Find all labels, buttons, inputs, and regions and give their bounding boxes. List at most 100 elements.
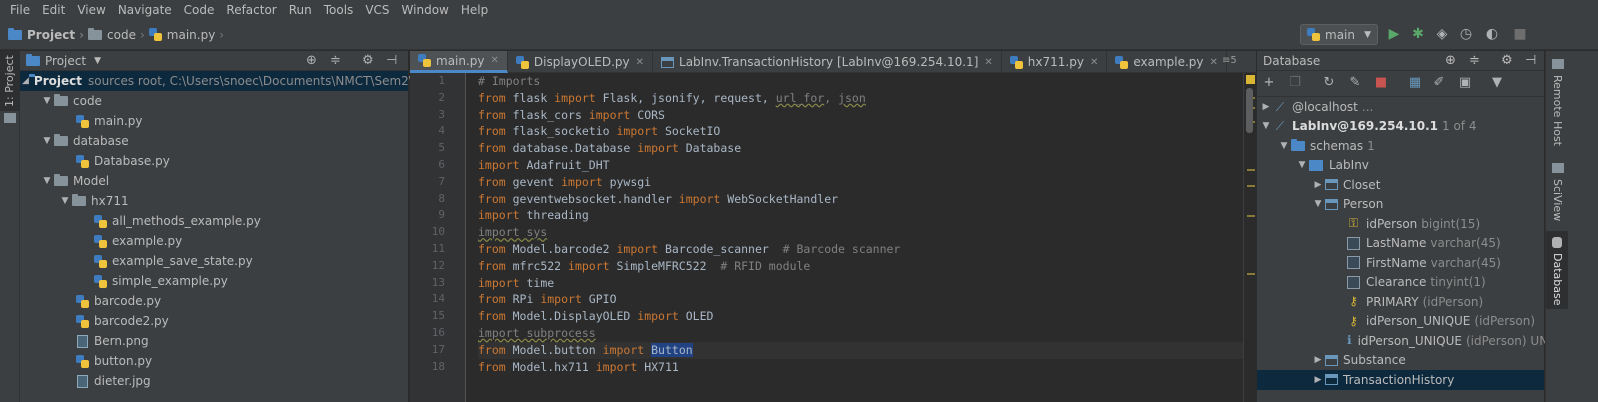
copy-icon[interactable]: ❐ xyxy=(1287,75,1303,91)
warning-marker[interactable] xyxy=(1247,215,1255,217)
menu-help[interactable]: Help xyxy=(455,0,494,20)
sciview-tab[interactable]: SciView xyxy=(1551,179,1564,221)
close-icon[interactable]: ✕ xyxy=(636,57,644,68)
tree-item-file[interactable]: all_methods_example.py xyxy=(20,211,408,231)
db-tree-table[interactable]: ▶ Closet xyxy=(1257,175,1544,195)
menu-run[interactable]: Run xyxy=(283,0,318,20)
collapse-all-icon[interactable]: ≑ xyxy=(1469,53,1480,68)
stop-icon[interactable]: ■ xyxy=(1512,26,1528,42)
debug-icon[interactable]: ✱ xyxy=(1410,26,1426,42)
edit-icon[interactable]: ✐ xyxy=(1431,75,1447,91)
tree-item-file[interactable]: dieter.jpg xyxy=(20,371,408,391)
expanded-arrow-icon[interactable]: ◢ xyxy=(22,76,29,86)
expanded-arrow-icon[interactable]: ▼ xyxy=(40,176,54,186)
tree-item-folder[interactable]: ▼ hx711 xyxy=(20,191,408,211)
table-icon[interactable]: ▦ xyxy=(1407,75,1423,91)
db-tree-key[interactable]: ⚷ idPerson_UNIQUE (idPerson) xyxy=(1257,312,1544,332)
menu-code[interactable]: Code xyxy=(178,0,221,20)
db-tree-key[interactable]: ⚷ PRIMARY (idPerson) xyxy=(1257,292,1544,312)
tree-item-file[interactable]: button.py xyxy=(20,351,408,371)
menu-tools[interactable]: Tools xyxy=(318,0,360,20)
db-tree-host[interactable]: ▼ ⟋ LabInv@169.254.10.1 1 of 4 xyxy=(1257,117,1544,137)
db-tree-host[interactable]: ▶ ⟋ @localhost ... xyxy=(1257,97,1544,117)
code-line[interactable]: from Model.barcode2 import Barcode_scann… xyxy=(478,241,1243,258)
locate-icon[interactable]: ⊕ xyxy=(306,53,317,68)
project-panel-title[interactable]: Project xyxy=(45,54,86,68)
menu-file[interactable]: File xyxy=(4,0,36,20)
tree-item-folder[interactable]: ▼ code xyxy=(20,91,408,111)
menu-navigate[interactable]: Navigate xyxy=(112,0,178,20)
tree-item-project-root[interactable]: ◢ Project sources root, C:\Users\snoec\D… xyxy=(20,71,425,91)
add-icon[interactable]: + xyxy=(1261,75,1277,91)
code-line[interactable]: from RPi import GPIO xyxy=(478,291,1243,308)
menu-refactor[interactable]: Refactor xyxy=(220,0,282,20)
tree-item-file[interactable]: Bern.png xyxy=(20,331,408,351)
refresh-icon[interactable]: ↻ xyxy=(1321,75,1337,91)
console-icon[interactable]: ▣ xyxy=(1457,75,1473,91)
expanded-arrow-icon[interactable]: ▼ xyxy=(40,96,54,106)
editor-scrollbar[interactable] xyxy=(1246,88,1253,133)
code-line[interactable]: from gevent import pywsgi xyxy=(478,174,1243,191)
chevron-down-icon[interactable]: ▼ xyxy=(94,56,101,66)
code-line[interactable]: from Model.DisplayOLED import OLED xyxy=(478,308,1243,325)
code-line[interactable]: # Imports xyxy=(478,73,1243,90)
tree-item-file[interactable]: example.py xyxy=(20,231,408,251)
run-icon[interactable]: ▶ xyxy=(1386,26,1402,42)
menu-window[interactable]: Window xyxy=(396,0,455,20)
menu-vcs[interactable]: VCS xyxy=(359,0,395,20)
code-line[interactable]: from Model.hx711 import HX711 xyxy=(478,359,1243,376)
db-tree-schemas[interactable]: ▼ schemas 1 xyxy=(1257,136,1544,156)
code-line[interactable]: from flask import Flask, jsonify, reques… xyxy=(478,90,1243,107)
close-icon[interactable]: ✕ xyxy=(491,55,499,66)
expanded-arrow-icon[interactable]: ▼ xyxy=(1295,160,1309,170)
tree-item-file[interactable]: main.py xyxy=(20,111,408,131)
coverage-icon[interactable]: ◈ xyxy=(1434,26,1450,42)
code-line[interactable]: from mfrc522 import SimpleMFRC522 # RFID… xyxy=(478,258,1243,275)
remote-host-tab[interactable]: Remote Host xyxy=(1551,75,1564,146)
warning-indicator-icon[interactable] xyxy=(1246,75,1255,84)
menu-edit[interactable]: Edit xyxy=(36,0,71,20)
editor-tab-hx711-py[interactable]: hx711.py ✕ xyxy=(1002,51,1108,73)
code-line[interactable]: from database.Database import Database xyxy=(478,140,1243,157)
warning-marker[interactable] xyxy=(1247,273,1255,275)
hide-icon[interactable]: ⊣ xyxy=(386,53,397,68)
close-icon[interactable]: ✕ xyxy=(984,57,992,68)
editor-tab-example-py[interactable]: example.py ✕ xyxy=(1107,51,1227,73)
menu-view[interactable]: View xyxy=(71,0,111,20)
breadcrumb-file[interactable]: main.py › xyxy=(148,20,228,50)
code-line[interactable]: from flask_cors import CORS xyxy=(478,107,1243,124)
expanded-arrow-icon[interactable]: ▼ xyxy=(58,196,72,206)
tree-item-file[interactable]: barcode2.py xyxy=(20,311,408,331)
project-tool-tab[interactable]: 1: Project xyxy=(0,51,20,111)
code-line[interactable]: from flask_socketio import SocketIO xyxy=(478,123,1243,140)
collapsed-arrow-icon[interactable]: ▶ xyxy=(1311,375,1325,385)
editor-tab-displayoled-py[interactable]: DisplayOLED.py ✕ xyxy=(508,51,654,73)
warning-marker[interactable] xyxy=(1247,169,1255,171)
tree-item-folder[interactable]: ▼ Model xyxy=(20,171,408,191)
expanded-arrow-icon[interactable]: ▼ xyxy=(1259,121,1273,131)
collapse-all-icon[interactable]: ≑ xyxy=(330,53,341,68)
tree-item-file[interactable]: simple_example.py xyxy=(20,271,408,291)
edit-source-icon[interactable]: ✎ xyxy=(1347,75,1363,91)
expanded-arrow-icon[interactable]: ▼ xyxy=(40,136,54,146)
db-tree-column[interactable]: ⚿ idPerson bigint(15) xyxy=(1257,214,1544,234)
filter-icon[interactable]: ▼ xyxy=(1489,75,1505,91)
breadcrumb-project[interactable]: Project › xyxy=(0,20,88,50)
code-line-current[interactable]: from Model.button import Button xyxy=(478,341,1243,359)
run-configuration-dropdown[interactable]: main ▼ xyxy=(1300,24,1378,45)
stop-icon[interactable]: ■ xyxy=(1373,75,1389,91)
tabs-overflow-button[interactable]: ≡5 xyxy=(1222,55,1237,66)
breadcrumb-folder[interactable]: code › xyxy=(88,20,149,50)
close-icon[interactable]: ✕ xyxy=(1210,57,1218,68)
code-line[interactable]: import Adafruit_DHT xyxy=(478,157,1243,174)
tree-item-file[interactable]: Database.py xyxy=(20,151,408,171)
gear-icon[interactable]: ⚙ xyxy=(362,53,374,68)
db-tree-schema[interactable]: ▼ LabInv xyxy=(1257,156,1544,176)
warning-marker[interactable] xyxy=(1247,185,1255,187)
code-editor[interactable]: # Imports from flask import Flask, jsoni… xyxy=(467,73,1243,402)
code-line[interactable]: import sys xyxy=(478,224,1243,241)
collapsed-arrow-icon[interactable]: ▶ xyxy=(1311,355,1325,365)
profile-icon[interactable]: ◷ xyxy=(1458,26,1474,42)
db-tree-table[interactable]: ▶ Substance xyxy=(1257,351,1544,371)
locate-icon[interactable]: ⊕ xyxy=(1445,53,1456,68)
